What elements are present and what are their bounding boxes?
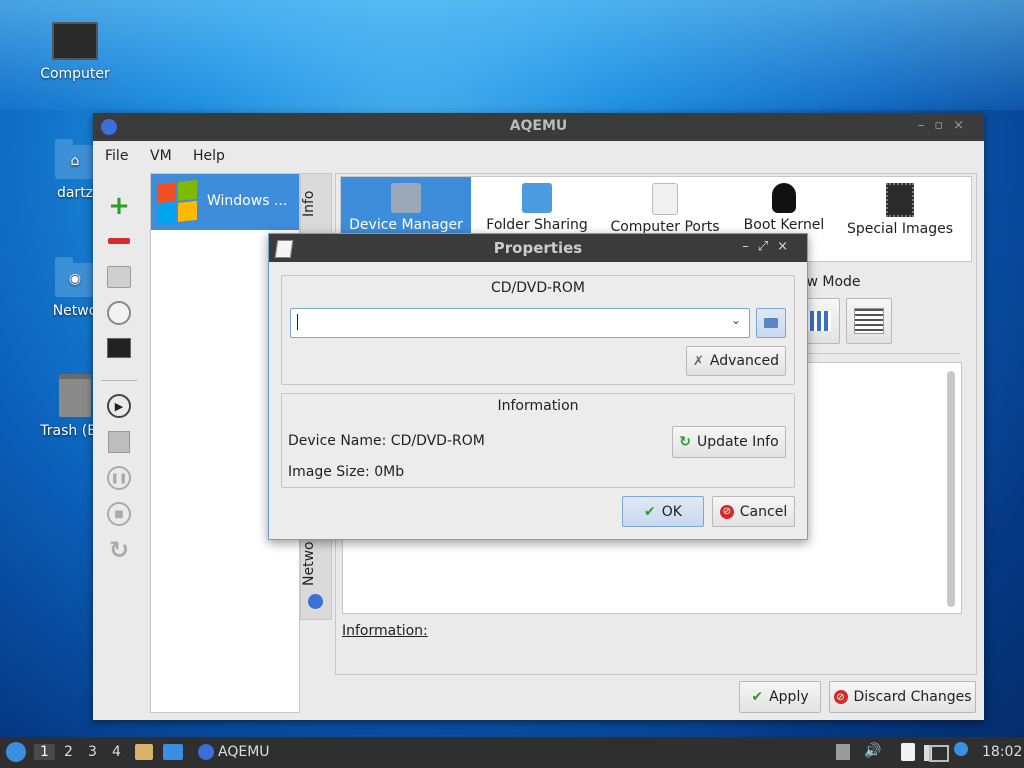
desktop-wallpaper — [0, 0, 1024, 110]
cancel-icon: ⊘ — [719, 504, 734, 519]
windows-logo-icon — [157, 179, 197, 225]
usb-drive-icon — [652, 183, 678, 215]
monitor-button[interactable] — [101, 333, 137, 363]
discard-changes-button[interactable]: ⊘ Discard Changes — [829, 681, 976, 713]
dialog-titlebar[interactable]: Properties –⤢× — [269, 234, 807, 262]
list-item[interactable]: Windows ... — [151, 174, 299, 230]
workspace-2[interactable]: 2 — [64, 744, 73, 760]
check-icon: ✔ — [751, 689, 764, 705]
vm-name: Windows ... — [207, 193, 288, 209]
file-manager-icon[interactable] — [135, 744, 153, 760]
menu-help[interactable]: Help — [193, 148, 225, 164]
pause-vm-button[interactable]: ❚❚ — [101, 463, 137, 493]
window-controls[interactable]: –▫× — [918, 118, 974, 133]
pause-icon: ❚❚ — [107, 466, 131, 490]
workspace-3[interactable]: 3 — [88, 744, 97, 760]
cdrom-group: CD/DVD-ROM ⌄ ✗ Advanced — [281, 275, 795, 385]
information-label: Information: — [342, 623, 428, 639]
clock-icon — [107, 301, 131, 325]
image-size-text: Image Size: 0Mb — [288, 464, 405, 480]
aqemu-app-icon — [198, 744, 214, 760]
taskbar-task-aqemu[interactable]: AQEMU — [194, 737, 284, 768]
desktop-icon-label: dartz — [56, 185, 94, 201]
menu-file[interactable]: File — [105, 148, 128, 164]
cancel-button[interactable]: ⊘ Cancel — [712, 496, 795, 527]
trash-icon — [59, 374, 91, 417]
network-globe-icon — [308, 594, 323, 609]
window-title: AQEMU — [509, 118, 568, 134]
show-desktop-icon[interactable] — [163, 744, 183, 760]
add-vm-button[interactable]: + — [101, 191, 137, 221]
menu-vm[interactable]: VM — [150, 148, 172, 164]
dialog-controls[interactable]: –⤢× — [742, 239, 797, 254]
linux-penguin-icon — [772, 183, 796, 213]
reload-icon: ↻ — [108, 536, 130, 564]
start-vm-button[interactable]: ▶ — [101, 391, 137, 421]
network-icon[interactable] — [929, 745, 949, 762]
plus-icon: + — [108, 191, 130, 221]
refresh-icon: ↻ — [679, 434, 692, 450]
terminal-icon — [107, 338, 131, 358]
chevron-down-icon: ⌄ — [730, 313, 741, 327]
folder-open-icon — [764, 318, 778, 328]
harddisk-icon — [391, 183, 421, 213]
cancel-icon: ⊘ — [833, 690, 848, 704]
stop-icon: ■ — [107, 502, 131, 526]
ok-button[interactable]: ✔ OK — [622, 496, 704, 527]
menubar: File VM Help — [93, 141, 984, 171]
toolbar-divider — [101, 380, 137, 381]
browse-image-button[interactable] — [756, 308, 786, 338]
image-path-value — [297, 314, 298, 330]
information-group-title: Information — [497, 398, 579, 414]
computer-icon — [52, 22, 98, 60]
information-group: Information Device Name: CD/DVD-ROM Imag… — [281, 393, 795, 488]
clipboard-icon[interactable] — [901, 743, 915, 761]
window-titlebar[interactable]: AQEMU –▫× — [93, 113, 984, 141]
taskbar: 1 2 3 4 AQEMU 🔊 18:02 — [0, 737, 1024, 768]
home-folder-icon: ⌂ — [55, 139, 95, 179]
tools-icon: ✗ — [692, 353, 704, 369]
list-view-icon — [854, 308, 884, 334]
check-icon: ✔ — [644, 503, 656, 520]
advanced-button[interactable]: ✗ Advanced — [686, 346, 786, 376]
workspace-4[interactable]: 4 — [112, 744, 121, 760]
network-folder-icon: ◉ — [55, 257, 95, 297]
update-info-button[interactable]: ↻ Update Info — [672, 426, 786, 458]
notification-icon[interactable] — [954, 742, 968, 756]
stop-vm-button[interactable]: ■ — [101, 499, 137, 529]
minus-icon — [108, 238, 130, 244]
snapshot-button[interactable] — [101, 298, 137, 328]
category-special-images[interactable]: Special Images — [841, 177, 959, 261]
start-menu-icon[interactable] — [6, 742, 26, 762]
properties-dialog: Properties –⤢× CD/DVD-ROM ⌄ ✗ Advanced I… — [268, 233, 808, 540]
dialog-title: Properties — [493, 239, 583, 257]
workspace-1[interactable]: 1 — [34, 744, 55, 760]
desktop-icon-label: Netwo — [52, 303, 98, 319]
task-label: AQEMU — [218, 744, 270, 760]
volume-icon[interactable]: 🔊 — [864, 743, 881, 759]
view-mode-list-button[interactable] — [846, 298, 892, 344]
folder-icon — [522, 183, 552, 213]
drive-icon — [107, 266, 131, 288]
vm-settings-button[interactable] — [101, 262, 137, 292]
play-icon: ▶ — [107, 394, 131, 418]
save-icon — [108, 431, 130, 453]
image-path-combo[interactable]: ⌄ — [290, 308, 750, 338]
device-name-text: Device Name: CD/DVD-ROM — [288, 433, 485, 449]
save-vm-button[interactable] — [101, 427, 137, 457]
device-list-scrollbar[interactable] — [947, 371, 955, 607]
clock: 18:02 — [982, 744, 1023, 760]
desktop-icon-computer[interactable]: Computer — [20, 22, 130, 82]
tab-info[interactable]: Info — [301, 186, 331, 222]
apply-button[interactable]: ✔ Apply — [739, 681, 821, 713]
tab-network[interactable]: Netwo — [301, 536, 331, 592]
eject-icon[interactable] — [836, 744, 850, 760]
cdrom-group-title: CD/DVD-ROM — [490, 280, 586, 296]
remove-vm-button[interactable] — [101, 226, 137, 256]
reset-vm-button[interactable]: ↻ — [101, 535, 137, 565]
desktop-icon-label: Computer — [40, 66, 110, 82]
chip-icon — [886, 183, 914, 217]
